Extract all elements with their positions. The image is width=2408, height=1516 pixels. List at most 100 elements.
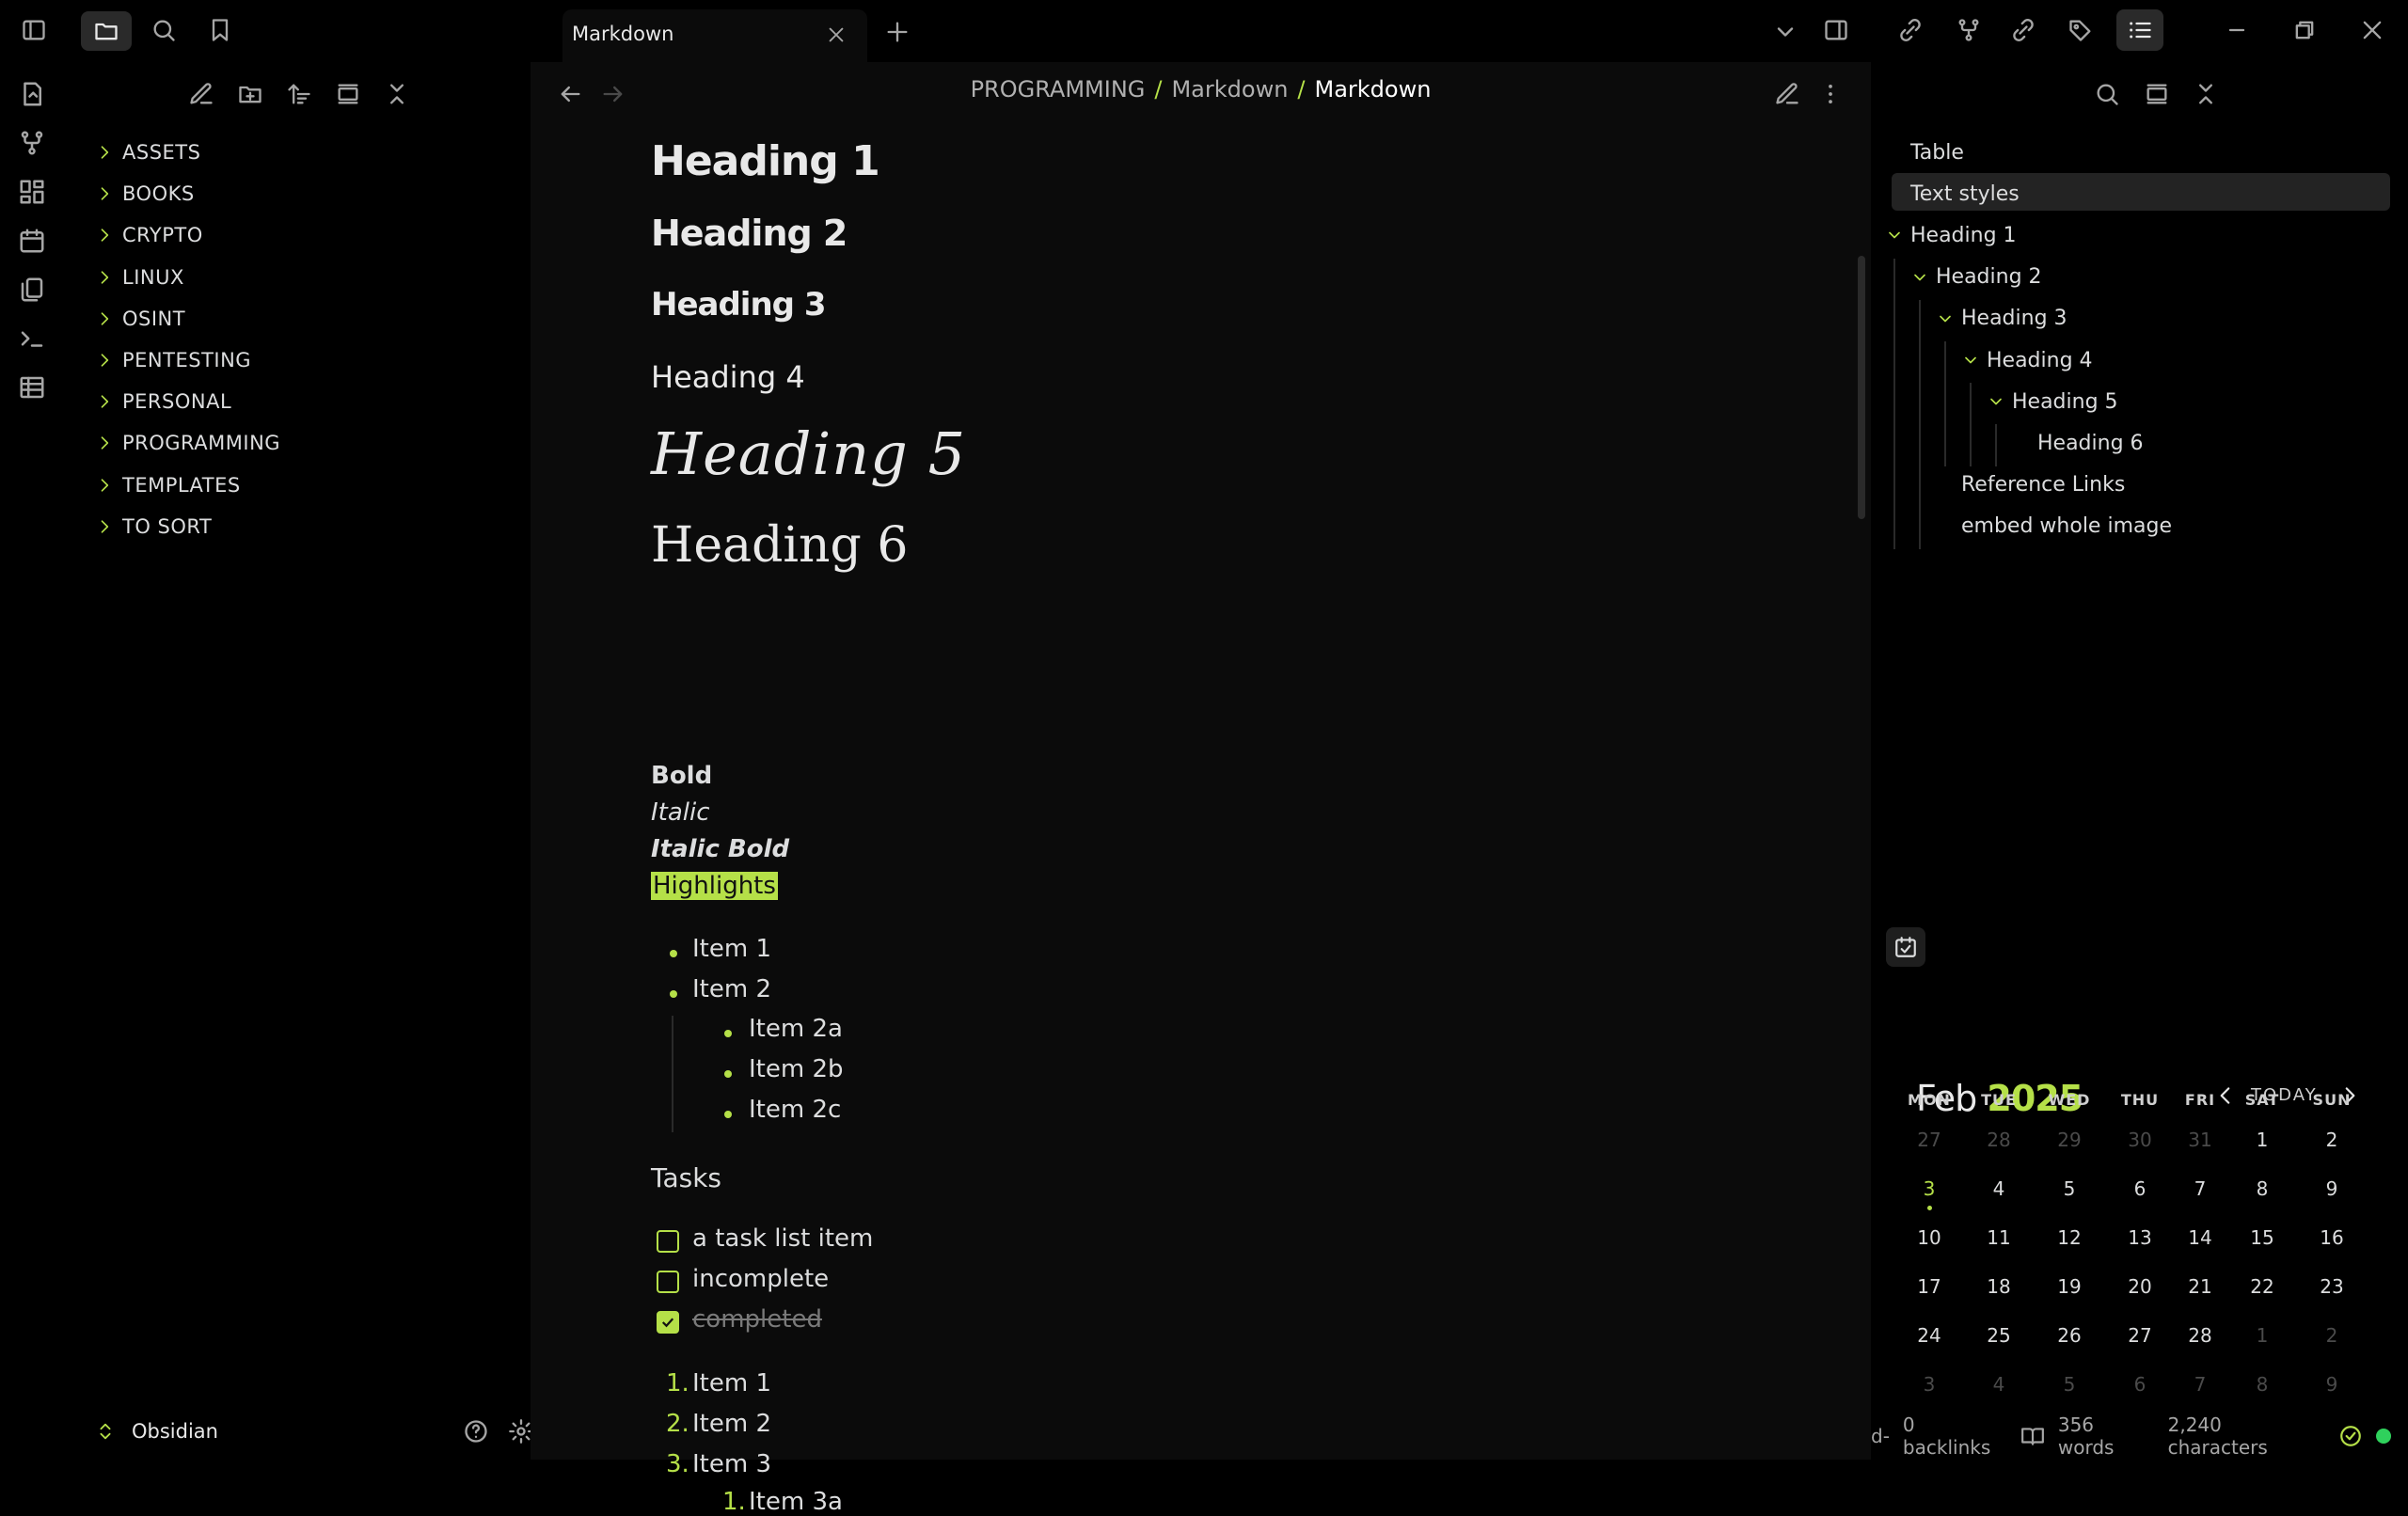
- search-icon[interactable]: [145, 11, 182, 49]
- outline-item[interactable]: Reference Links: [1961, 466, 2125, 504]
- calendar-day[interactable]: 5: [2041, 1373, 2098, 1396]
- folder-item[interactable]: TEMPLATES: [94, 466, 241, 504]
- canvas-icon[interactable]: [13, 173, 51, 211]
- calendar-day[interactable]: 16: [2304, 1226, 2360, 1249]
- new-folder-icon[interactable]: [231, 75, 269, 113]
- calendar-day[interactable]: 17: [1901, 1275, 1957, 1298]
- calendar-day[interactable]: 3: [1901, 1177, 1957, 1200]
- templates-icon[interactable]: [13, 271, 51, 308]
- calendar-day[interactable]: 23: [2304, 1275, 2360, 1298]
- calendar-day[interactable]: 11: [1971, 1226, 2027, 1249]
- vault-switcher[interactable]: Obsidian: [94, 1411, 533, 1452]
- breadcrumb-current[interactable]: Markdown: [1315, 76, 1432, 103]
- calendar-day[interactable]: 4: [1971, 1177, 2027, 1200]
- collapse-outline-icon[interactable]: [2138, 75, 2176, 113]
- folder-item[interactable]: PENTESTING: [94, 341, 251, 379]
- close-outline-icon[interactable]: [2187, 75, 2225, 113]
- restore-icon[interactable]: [2286, 11, 2323, 49]
- close-pane-icon[interactable]: [378, 75, 416, 113]
- collapse-all-icon[interactable]: [329, 75, 367, 113]
- search-outline-icon[interactable]: [2088, 75, 2126, 113]
- table-icon[interactable]: [13, 369, 51, 406]
- calendar-day[interactable]: 10: [1901, 1226, 1957, 1249]
- sidebar-toggle-icon[interactable]: [15, 11, 53, 49]
- chevron-down-icon[interactable]: [1766, 13, 1804, 51]
- new-tab-icon[interactable]: [879, 13, 916, 51]
- calendar-day[interactable]: 15: [2234, 1226, 2290, 1249]
- folder-icon[interactable]: [81, 11, 132, 51]
- outline-item[interactable]: Text styles: [1910, 175, 2020, 213]
- breadcrumb-item[interactable]: Markdown: [1171, 76, 1288, 103]
- graph-icon[interactable]: [1950, 11, 1988, 49]
- folder-item[interactable]: CRYPTO: [94, 216, 203, 254]
- chevron-down-icon[interactable]: [1909, 267, 1930, 288]
- tab-markdown[interactable]: Markdown: [562, 9, 867, 62]
- calendar-day[interactable]: 14: [2172, 1226, 2228, 1249]
- calendar-day[interactable]: 7: [2172, 1177, 2228, 1200]
- calendar-day[interactable]: 21: [2172, 1275, 2228, 1298]
- calendar-day[interactable]: 19: [2041, 1275, 2098, 1298]
- sort-icon[interactable]: [280, 75, 318, 113]
- calendar-day[interactable]: 6: [2112, 1373, 2168, 1396]
- chevron-updown-icon[interactable]: [94, 1421, 117, 1442]
- folder-item[interactable]: ASSETS: [94, 134, 200, 171]
- task-checkbox[interactable]: [657, 1271, 679, 1293]
- calendar-day[interactable]: 29: [2041, 1129, 2098, 1151]
- calendar-day[interactable]: 3: [1901, 1373, 1957, 1396]
- scrollbar[interactable]: [1858, 256, 1865, 519]
- calendar-day[interactable]: 24: [1901, 1324, 1957, 1347]
- task-checkbox-checked[interactable]: [657, 1311, 679, 1334]
- backlinks-icon[interactable]: [1892, 11, 1929, 49]
- outgoing-links-icon[interactable]: [2004, 11, 2042, 49]
- calendar-day[interactable]: 6: [2112, 1177, 2168, 1200]
- calendar-day[interactable]: 1: [2234, 1324, 2290, 1347]
- chevron-down-icon[interactable]: [1986, 391, 2006, 412]
- calendar-day[interactable]: 28: [1971, 1129, 2027, 1151]
- command-palette-icon[interactable]: [13, 320, 51, 357]
- calendar-day[interactable]: 2: [2304, 1324, 2360, 1347]
- outline-icon[interactable]: [2116, 9, 2163, 51]
- calendar-day[interactable]: 2: [2304, 1129, 2360, 1151]
- calendar-day[interactable]: 9: [2304, 1373, 2360, 1396]
- daily-note-icon[interactable]: [13, 222, 51, 260]
- folder-item[interactable]: OSINT: [94, 300, 185, 338]
- calendar-day[interactable]: 9: [2304, 1177, 2360, 1200]
- close-window-icon[interactable]: [2353, 11, 2391, 49]
- more-options-icon[interactable]: [1812, 75, 1849, 113]
- calendar-day[interactable]: 27: [1901, 1129, 1957, 1151]
- calendar-day[interactable]: 27: [2112, 1324, 2168, 1347]
- outline-item[interactable]: Heading 5: [2012, 383, 2118, 420]
- minimize-icon[interactable]: [2218, 11, 2256, 49]
- bookmark-icon[interactable]: [201, 11, 239, 49]
- calendar-day[interactable]: 18: [1971, 1275, 2027, 1298]
- outline-item[interactable]: Heading 3: [1961, 300, 2067, 338]
- calendar-day[interactable]: 1: [2234, 1129, 2290, 1151]
- calendar-day[interactable]: 30: [2112, 1129, 2168, 1151]
- calendar-day[interactable]: 22: [2234, 1275, 2290, 1298]
- new-note-icon[interactable]: [182, 75, 220, 113]
- folder-item[interactable]: LINUX: [94, 259, 184, 296]
- outline-item[interactable]: Heading 2: [1936, 259, 2042, 296]
- folder-item[interactable]: BOOKS: [94, 175, 195, 213]
- right-sidebar-icon[interactable]: [1817, 11, 1855, 49]
- outline-item[interactable]: embed whole image: [1961, 508, 2172, 545]
- folder-item[interactable]: PROGRAMMING: [94, 424, 280, 462]
- calendar-day[interactable]: 8: [2234, 1373, 2290, 1396]
- edit-mode-icon[interactable]: [1768, 75, 1806, 113]
- outline-item[interactable]: Table: [1910, 134, 1964, 171]
- calendar-day[interactable]: 25: [1971, 1324, 2027, 1347]
- calendar-day[interactable]: 4: [1971, 1373, 2027, 1396]
- calendar-day[interactable]: 13: [2112, 1226, 2168, 1249]
- graph-view-icon[interactable]: [13, 124, 51, 162]
- chevron-down-icon[interactable]: [1935, 308, 1956, 329]
- calendar-day[interactable]: 26: [2041, 1324, 2098, 1347]
- calendar-day[interactable]: 7: [2172, 1373, 2228, 1396]
- reading-icon[interactable]: [2020, 1424, 2045, 1448]
- outline-item[interactable]: Heading 4: [1987, 341, 2093, 379]
- outline-item[interactable]: Heading 6: [2037, 424, 2144, 462]
- calendar-day[interactable]: 28: [2172, 1324, 2228, 1347]
- calendar-day[interactable]: 31: [2172, 1129, 2228, 1151]
- chevron-down-icon[interactable]: [1884, 225, 1905, 245]
- task-checkbox[interactable]: [657, 1230, 679, 1253]
- help-icon[interactable]: [463, 1418, 489, 1445]
